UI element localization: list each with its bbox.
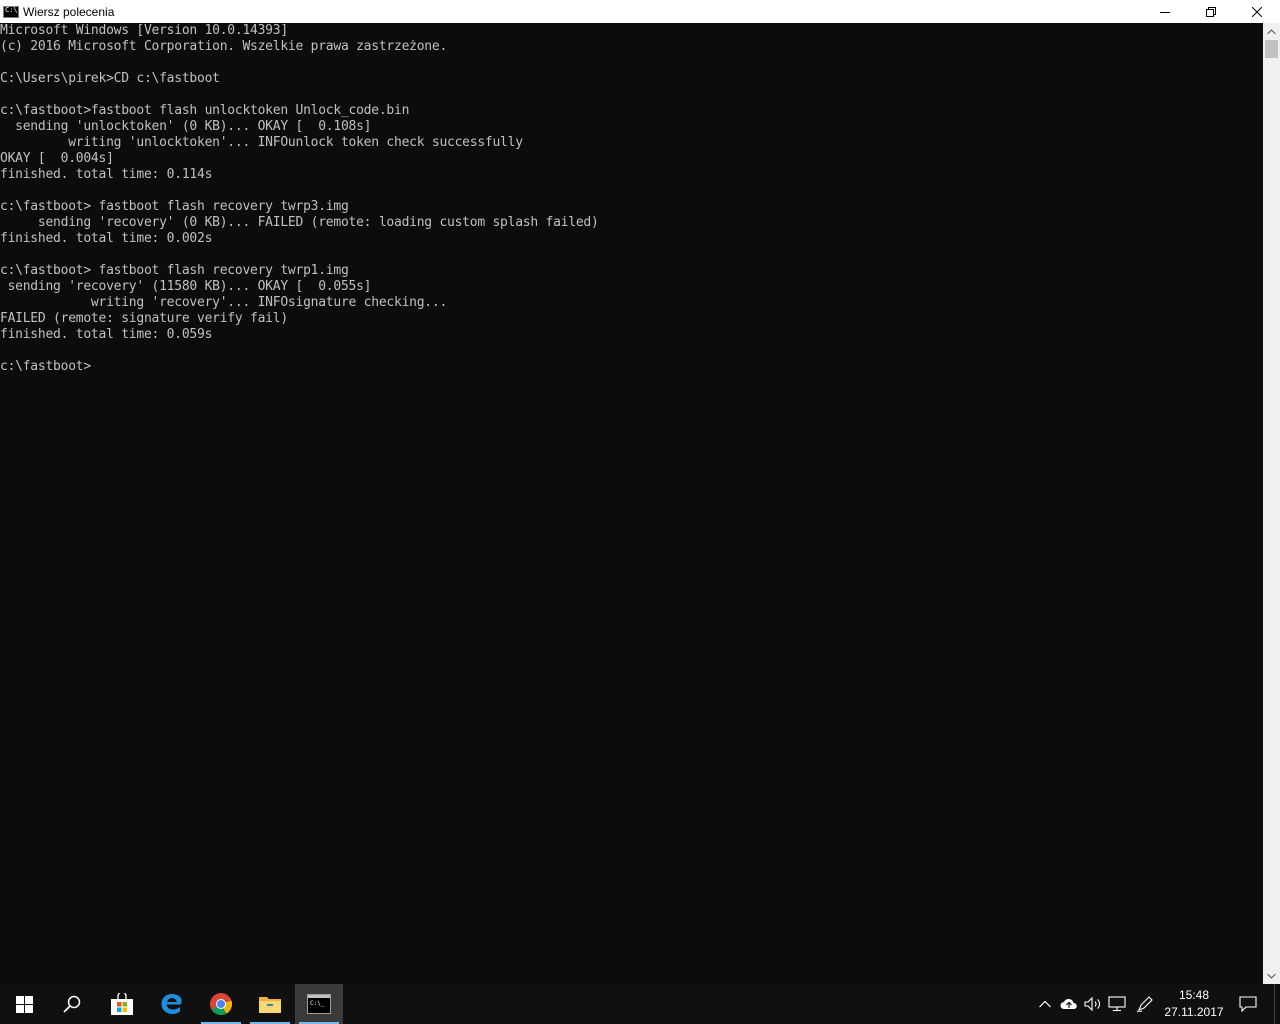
console-line: finished. total time: 0.114s (0, 167, 213, 182)
search-icon (63, 995, 81, 1013)
svg-text:C:\_: C:\_ (310, 1000, 325, 1007)
window-title: Wiersz polecenia (23, 4, 115, 19)
console-line: c:\fastboot> fastboot flash recovery twr… (0, 199, 349, 214)
console-line: writing 'unlocktoken'... INFOunlock toke… (0, 135, 523, 150)
console-line: (c) 2016 Microsoft Corporation. Wszelkie… (0, 39, 448, 54)
scroll-down-button[interactable] (1263, 967, 1280, 984)
vertical-scrollbar[interactable] (1263, 23, 1280, 984)
console-line: c:\fastboot> fastboot flash recovery twr… (0, 263, 349, 278)
cloud-upload-icon (1060, 998, 1077, 1009)
taskbar: C:\_ 15:48 27.11.2017 (0, 984, 1280, 1024)
window-controls (1142, 0, 1280, 23)
taskbar-clock[interactable]: 15:48 27.11.2017 (1158, 984, 1230, 1024)
console-line: writing 'recovery'... INFOsignature chec… (0, 295, 448, 310)
windows-ink-tray-button[interactable] (1133, 984, 1157, 1024)
store-button[interactable] (98, 984, 146, 1024)
restore-button[interactable] (1188, 0, 1234, 23)
network-icon (1108, 996, 1126, 1012)
chevron-up-icon (1039, 1000, 1051, 1008)
scroll-up-arrow-icon (1267, 28, 1276, 34)
minimize-button[interactable] (1142, 0, 1188, 23)
folder-icon (259, 997, 281, 1013)
restore-icon (1206, 6, 1216, 17)
console-line: OKAY [ 0.004s] (0, 151, 114, 166)
pen-icon (1136, 996, 1153, 1013)
edge-button[interactable] (148, 984, 196, 1024)
start-button[interactable] (0, 984, 48, 1024)
volume-tray-button[interactable] (1081, 984, 1105, 1024)
console-line: finished. total time: 0.002s (0, 231, 213, 246)
console-line: Microsoft Windows [Version 10.0.14393] (0, 23, 288, 38)
chrome-icon (210, 993, 233, 1015)
search-button[interactable] (48, 984, 96, 1024)
volume-icon (1084, 997, 1100, 1011)
console-line: C:\Users\pirek>CD c:\fastboot (0, 71, 220, 86)
console-line: finished. total time: 0.059s (0, 327, 213, 342)
edge-icon (161, 994, 182, 1014)
window-titlebar[interactable]: Wiersz polecenia (0, 0, 1280, 23)
cmd-icon: C:\_ (307, 994, 331, 1014)
cmd-app-icon[interactable] (3, 5, 19, 18)
console-output: Microsoft Windows [Version 10.0.14393] (c… (0, 23, 1263, 375)
console-line: sending 'unlocktoken' (0 KB)... OKAY [ 0… (0, 119, 372, 134)
console-line: sending 'recovery' (11580 KB)... OKAY [ … (0, 279, 372, 294)
console-line: sending 'recovery' (0 KB)... FAILED (rem… (0, 215, 599, 230)
scroll-up-button[interactable] (1263, 23, 1280, 40)
onedrive-tray-button[interactable] (1057, 984, 1081, 1024)
cmd-button[interactable]: C:\_ (295, 984, 343, 1024)
close-button[interactable] (1234, 0, 1280, 23)
minimize-icon (1160, 11, 1170, 13)
scroll-thumb[interactable] (1265, 40, 1278, 58)
notification-icon (1239, 996, 1257, 1012)
show-hidden-icons-button[interactable] (1033, 984, 1057, 1024)
action-center-button[interactable] (1232, 984, 1264, 1024)
console-line: c:\fastboot>fastboot flash unlocktoken U… (0, 103, 410, 118)
store-icon (111, 993, 133, 1015)
console-line: c:\fastboot> (0, 359, 91, 374)
scroll-down-arrow-icon (1267, 973, 1276, 979)
chrome-button[interactable] (197, 984, 245, 1024)
windows-logo-icon (15, 995, 33, 1013)
console-line: FAILED (remote: signature verify fail) (0, 311, 288, 326)
file-explorer-button[interactable] (246, 984, 294, 1024)
close-icon (1252, 6, 1262, 17)
console-area[interactable]: Microsoft Windows [Version 10.0.14393] (c… (0, 23, 1263, 984)
clock-date: 27.11.2017 (1164, 1005, 1224, 1019)
show-desktop-button[interactable] (1274, 984, 1280, 1024)
network-tray-button[interactable] (1105, 984, 1129, 1024)
clock-time: 15:48 (1178, 988, 1210, 1002)
